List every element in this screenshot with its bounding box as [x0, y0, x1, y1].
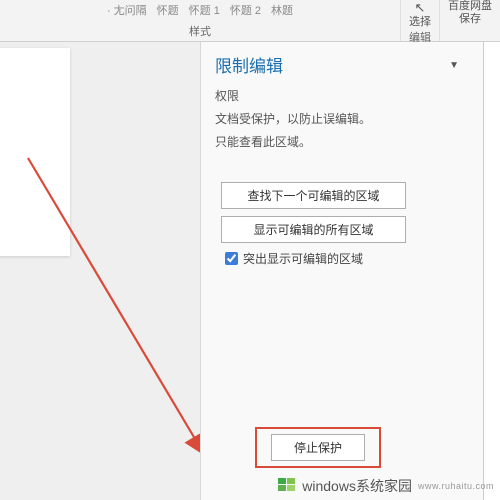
panel-text: 只能查看此区域。 — [215, 133, 469, 152]
checkbox-label: 突出显示可编辑的区域 — [243, 250, 363, 267]
show-all-editable-button[interactable]: 显示可编辑的所有区域 — [221, 216, 406, 243]
highlight-editable-checkbox[interactable] — [225, 252, 238, 265]
find-next-editable-button[interactable]: 查找下一个可编辑的区域 — [221, 182, 406, 209]
panel-text: 文档受保护，以防止误编辑。 — [215, 110, 469, 129]
baidu-save-button[interactable]: 百度网盘 保存 — [448, 0, 492, 26]
style-item[interactable]: 怀题 1 — [189, 2, 220, 18]
restrict-editing-panel: ▼ 限制编辑 权限 文档受保护，以防止误编辑。 只能查看此区域。 查找下一个可编… — [200, 42, 484, 500]
style-item[interactable]: 怀题 2 — [230, 2, 261, 18]
stop-protection-button[interactable]: 停止保护 — [271, 434, 365, 461]
watermark: windows系统家园 www.ruhaitu.com — [278, 476, 494, 496]
select-button[interactable]: ↖ 选择 — [409, 0, 431, 29]
annotation-highlight-box: 停止保护 — [255, 427, 381, 468]
panel-dropdown-icon[interactable]: ▼ — [449, 60, 459, 71]
style-item[interactable]: · 尢问隔 — [107, 2, 147, 18]
watermark-url: www.ruhaitu.com — [418, 481, 494, 491]
style-item[interactable]: 怀题 — [157, 2, 179, 18]
styles-group-label: 样式 — [189, 23, 211, 41]
scrollbar-area[interactable] — [484, 42, 500, 500]
style-item[interactable]: 林题 — [271, 2, 293, 18]
document-page[interactable] — [0, 48, 70, 256]
panel-title: 限制编辑 — [215, 52, 469, 77]
highlight-editable-checkbox-row[interactable]: 突出显示可编辑的区域 — [221, 250, 363, 267]
watermark-brand: windows系统家园 — [302, 476, 412, 496]
document-area — [0, 42, 200, 500]
panel-section-label: 权限 — [215, 87, 469, 104]
watermark-logo-icon — [278, 478, 298, 494]
